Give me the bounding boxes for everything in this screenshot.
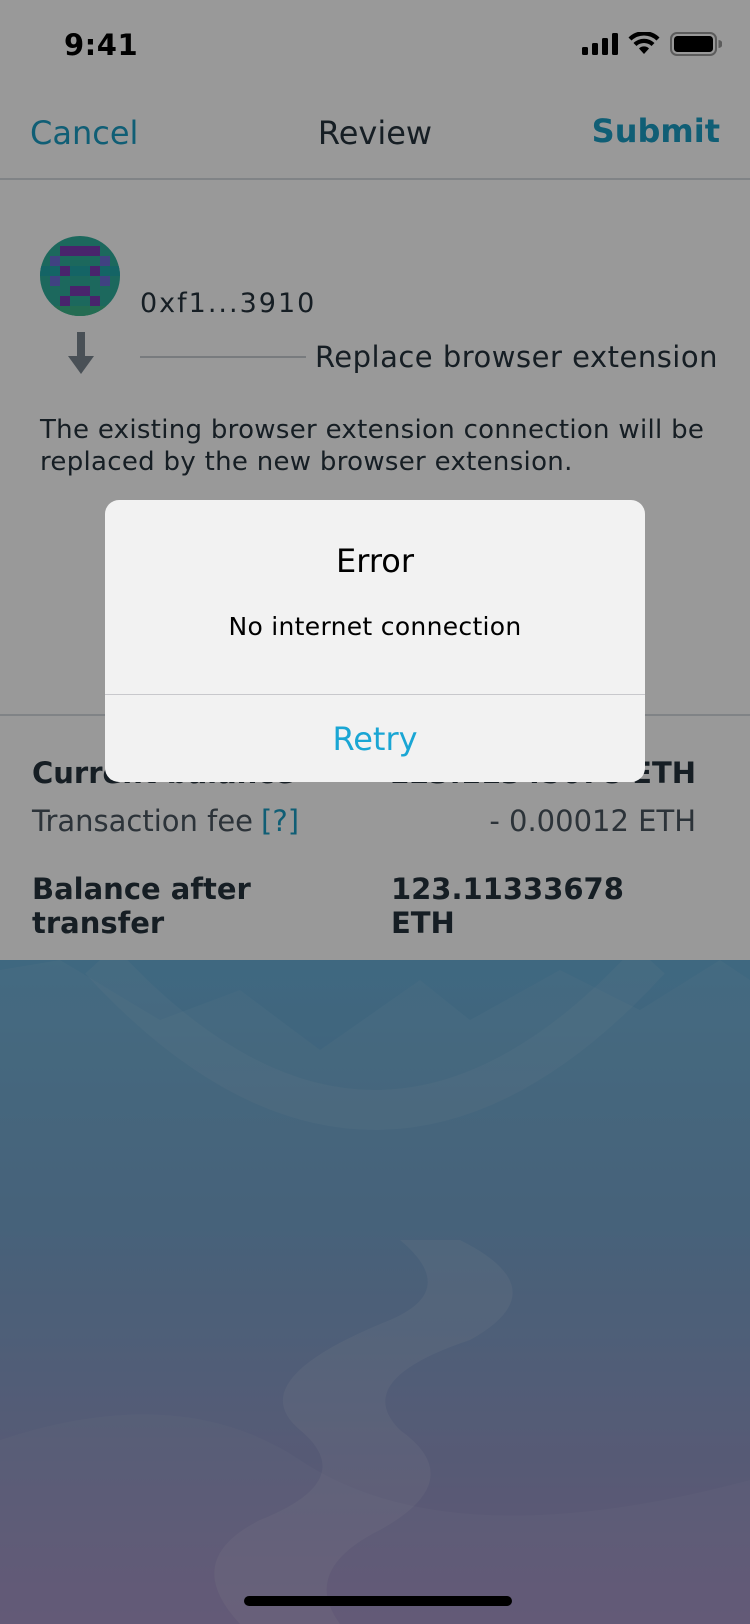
- error-alert-dialog: Error No internet connection Retry: [105, 500, 645, 782]
- alert-message: No internet connection: [228, 612, 522, 641]
- home-indicator[interactable]: [244, 1596, 512, 1606]
- modal-dim-overlay: [0, 0, 750, 1624]
- alert-title: Error: [336, 542, 414, 580]
- retry-button[interactable]: Retry: [105, 695, 645, 782]
